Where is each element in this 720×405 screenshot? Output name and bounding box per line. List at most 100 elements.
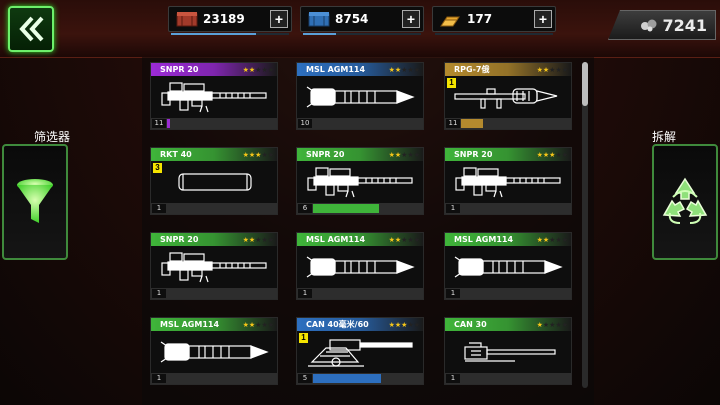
weapon-art <box>449 334 569 370</box>
weapon-art <box>155 334 275 370</box>
weapon-name: SNPR 20 <box>160 235 199 244</box>
weapon-card[interactable]: MSL AGM114 ★★★★★ 1 <box>444 232 572 300</box>
card-footer: 1 <box>297 288 423 299</box>
resource-progress-fill <box>303 33 337 35</box>
sniper-icon <box>161 82 267 113</box>
weapon-card[interactable]: MSL AGM114 ★★★★★ 10 <box>296 62 424 130</box>
weapon-name: SNPR 20 <box>160 65 199 74</box>
upgrade-progress <box>313 204 379 213</box>
card-header: MSL AGM114 ★★★★★ <box>445 233 571 246</box>
weapon-name: MSL AGM114 <box>306 235 366 244</box>
weapon-count: 1 <box>152 204 166 213</box>
weapon-count: 11 <box>446 119 460 128</box>
weapon-card[interactable]: MSL AGM114 ★★★★★ 1 <box>296 232 424 300</box>
scrollbar-thumb[interactable] <box>582 62 588 106</box>
weapon-card[interactable]: SNPR 20 ★★★★★ 6 <box>296 147 424 215</box>
inventory-scrollbar[interactable] <box>582 62 588 388</box>
weapon-count: 1 <box>446 289 460 298</box>
weapon-card[interactable]: MSL AGM114 ★★★★★ 1 <box>150 317 278 385</box>
card-header: SNPR 20 ★★★★★ <box>445 148 571 161</box>
weapon-name: MSL AGM114 <box>454 235 514 244</box>
star-rating: ★★★★★ <box>242 65 274 74</box>
add-gold-button[interactable]: + <box>534 10 552 28</box>
resource-progress-fill <box>171 33 256 35</box>
dismantle-button[interactable] <box>652 144 718 260</box>
card-header: MSL AGM114 ★★★★★ <box>151 318 277 331</box>
tier-bar <box>445 233 449 246</box>
card-footer: 1 <box>445 288 571 299</box>
tier-bar <box>151 233 155 246</box>
dismantle-label: 拆解 <box>652 130 677 144</box>
funnel-icon <box>17 179 53 223</box>
upgrade-progress <box>461 119 483 128</box>
tier-bar <box>297 63 301 76</box>
weapon-art <box>301 164 421 200</box>
card-footer: 1 <box>151 373 277 384</box>
weapon-name: RPG-7俄 <box>454 65 490 74</box>
star-rating: ★★★★★ <box>536 150 568 159</box>
weapon-card[interactable]: CAN 40毫米/60 ★★★★★ 5 1 <box>296 317 424 385</box>
star-rating: ★★★★★ <box>536 235 568 244</box>
weapon-art <box>301 334 421 370</box>
card-header: SNPR 20 ★★★★★ <box>151 63 277 76</box>
weapon-count: 11 <box>152 119 166 128</box>
card-footer: 11 <box>445 118 571 129</box>
weapon-art <box>301 249 421 285</box>
weapon-art <box>449 249 569 285</box>
weapon-count: 1 <box>446 374 460 383</box>
card-footer: 5 <box>297 373 423 384</box>
weapon-card[interactable]: RKT 40 ★★★★★ 1 3 <box>150 147 278 215</box>
weapon-art <box>449 79 569 115</box>
tier-bar <box>297 148 301 161</box>
card-header: MSL AGM114 ★★★★★ <box>297 63 423 76</box>
resource-blue-crates: 8754 + <box>300 6 424 35</box>
ore-value: 7241 <box>662 15 707 35</box>
weapon-card[interactable]: SNPR 20 ★★★★★ 1 <box>444 147 572 215</box>
weapon-card[interactable]: CAN 30 ★★★★★ 1 <box>444 317 572 385</box>
tier-bar <box>151 318 155 331</box>
weapon-art <box>301 79 421 115</box>
tier-bar <box>151 63 155 76</box>
card-header: SNPR 20 ★★★★★ <box>297 148 423 161</box>
tier-bar <box>445 318 449 331</box>
star-rating: ★★★★★ <box>388 235 420 244</box>
back-button[interactable] <box>8 6 54 52</box>
weapon-name: SNPR 20 <box>454 150 493 159</box>
blue-crate-icon <box>305 9 333 29</box>
double-chevron-left-icon <box>19 16 44 42</box>
weapon-name: RKT 40 <box>160 150 192 159</box>
weapon-name: CAN 30 <box>454 320 487 329</box>
card-header: MSL AGM114 ★★★★★ <box>297 233 423 246</box>
level-badge: 1 <box>299 333 308 343</box>
resource-value: 8754 <box>335 12 369 26</box>
add-blue-crates-button[interactable]: + <box>402 10 420 28</box>
weapon-card[interactable]: SNPR 20 ★★★★★ 1 <box>150 232 278 300</box>
missile-icon <box>306 86 415 108</box>
missile-icon <box>454 256 563 278</box>
star-rating: ★★★★★ <box>242 320 274 329</box>
card-footer: 11 <box>151 118 277 129</box>
weapon-count: 6 <box>298 204 312 213</box>
star-rating: ★★★★★ <box>388 150 420 159</box>
gold-bars-icon <box>437 9 465 29</box>
add-red-crates-button[interactable]: + <box>270 10 288 28</box>
star-rating: ★★★★★ <box>388 320 420 329</box>
filter-button[interactable] <box>2 144 68 260</box>
card-header: RKT 40 ★★★★★ <box>151 148 277 161</box>
weapon-count: 1 <box>152 374 166 383</box>
card-footer: 1 <box>151 288 277 299</box>
level-badge: 3 <box>153 163 162 173</box>
star-rating: ★★★★★ <box>536 320 568 329</box>
card-footer: 1 <box>445 373 571 384</box>
star-rating: ★★★★★ <box>242 150 274 159</box>
weapon-card[interactable]: SNPR 20 ★★★★★ 11 <box>150 62 278 130</box>
card-footer: 1 <box>151 203 277 214</box>
weapon-art <box>449 164 569 200</box>
sniper-icon <box>161 252 267 283</box>
weapon-name: MSL AGM114 <box>160 320 220 329</box>
weapon-name: MSL AGM114 <box>306 65 366 74</box>
filter-label: 筛选器 <box>34 130 71 144</box>
red-crate-icon <box>173 9 201 29</box>
weapon-card[interactable]: RPG-7俄 ★★★★★ 11 1 <box>444 62 572 130</box>
resource-red-crates: 23189 + <box>168 6 292 35</box>
